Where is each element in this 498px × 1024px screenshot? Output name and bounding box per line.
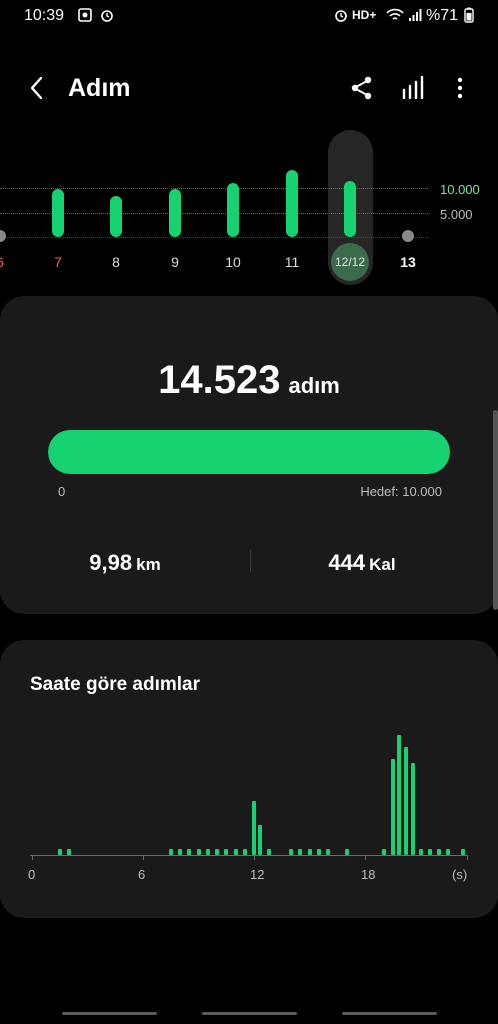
hourly-axis bbox=[30, 855, 468, 856]
more-options-icon[interactable] bbox=[446, 74, 474, 102]
week-bar-11[interactable] bbox=[286, 170, 298, 237]
week-day-label-6[interactable]: 6 bbox=[0, 254, 15, 270]
step-count: 14.523 adım bbox=[0, 358, 498, 403]
ref-line-10000 bbox=[0, 188, 428, 189]
bar-chart-icon[interactable] bbox=[400, 74, 428, 102]
goal-label: Hedef: 10.000 bbox=[360, 484, 442, 499]
hourly-tick-end bbox=[467, 855, 468, 860]
nav-bar-right[interactable] bbox=[342, 1012, 437, 1015]
ref-label-5000: 5.000 bbox=[440, 207, 473, 222]
battery-level: %71 bbox=[426, 7, 459, 24]
hourly-bar bbox=[196, 849, 201, 855]
hourly-bar bbox=[326, 849, 330, 855]
hourly-bar bbox=[215, 849, 219, 855]
signal-icon bbox=[409, 9, 422, 21]
hourly-title: Saate göre adımlar bbox=[30, 674, 201, 695]
hourly-bar bbox=[257, 825, 262, 855]
hourly-bar bbox=[403, 747, 408, 855]
hourly-bar bbox=[461, 849, 466, 855]
distance-unit: km bbox=[136, 555, 161, 574]
wifi-icon bbox=[386, 8, 404, 20]
hourly-tick-12 bbox=[254, 855, 255, 860]
week-bar-12/12[interactable] bbox=[344, 181, 356, 237]
hourly-bar bbox=[178, 849, 182, 855]
hourly-bar bbox=[252, 801, 256, 855]
goal-progress-fill bbox=[48, 430, 450, 474]
week-day-label-7[interactable]: 7 bbox=[43, 254, 73, 270]
hourly-bar bbox=[437, 849, 441, 855]
ref-line-0 bbox=[0, 237, 428, 238]
hourly-bar bbox=[57, 849, 62, 855]
hourly-bar bbox=[233, 849, 238, 855]
hourly-bar bbox=[344, 849, 349, 855]
hourly-bar bbox=[187, 849, 192, 855]
progress-start-label: 0 bbox=[58, 484, 66, 499]
back-icon[interactable] bbox=[24, 74, 52, 102]
status-time: 10:39 bbox=[24, 7, 65, 24]
week-bar-8[interactable] bbox=[110, 196, 122, 237]
hourly-bar bbox=[427, 849, 432, 855]
share-icon[interactable] bbox=[348, 74, 376, 102]
hourly-tick-6 bbox=[143, 855, 144, 860]
week-day-label-12/12[interactable]: 12/12 bbox=[331, 243, 369, 281]
calories-unit: Kal bbox=[369, 555, 396, 574]
hourly-bar bbox=[266, 849, 271, 855]
hourly-xlabel-18: 18 bbox=[361, 867, 376, 882]
hourly-bar bbox=[168, 849, 173, 855]
weekly-steps-chart[interactable] bbox=[0, 130, 498, 290]
hourly-bar bbox=[381, 849, 386, 855]
ref-line-5000 bbox=[0, 213, 428, 214]
hourly-xlabel-unit: (s) bbox=[452, 867, 468, 882]
hourly-bar bbox=[316, 849, 321, 855]
week-bar-7[interactable] bbox=[52, 189, 64, 237]
distance-stat: 9,98 km bbox=[0, 550, 250, 576]
hourly-tick-0 bbox=[32, 855, 33, 860]
nav-bar-left[interactable] bbox=[62, 1012, 157, 1015]
hourly-bar bbox=[446, 849, 451, 855]
page-title: Adım bbox=[68, 74, 131, 102]
week-day-label-13[interactable]: 13 bbox=[393, 254, 423, 270]
step-count-value: 14.523 bbox=[158, 358, 281, 402]
goal-progress-bar bbox=[48, 430, 450, 474]
hourly-bar bbox=[411, 763, 416, 855]
hourly-xlabel-6: 6 bbox=[138, 867, 146, 882]
week-empty-dot-13[interactable] bbox=[402, 230, 414, 242]
week-day-label-9[interactable]: 9 bbox=[160, 254, 190, 270]
hourly-xlabel-0: 0 bbox=[28, 867, 36, 882]
hourly-bar bbox=[205, 849, 210, 855]
week-day-label-10[interactable]: 10 bbox=[218, 254, 248, 270]
distance-value: 9,98 bbox=[89, 550, 133, 575]
battery-icon bbox=[464, 7, 474, 23]
status-bar: 10:39 HD+ %71 bbox=[0, 0, 498, 32]
week-bar-9[interactable] bbox=[169, 189, 181, 237]
hourly-bar bbox=[390, 759, 395, 855]
week-bar-10[interactable] bbox=[227, 183, 239, 237]
hourly-bar bbox=[307, 849, 312, 855]
hourly-bar bbox=[298, 849, 303, 855]
hourly-xlabel-12: 12 bbox=[250, 867, 265, 882]
hourly-bar bbox=[67, 849, 71, 855]
hourly-bar bbox=[418, 849, 423, 855]
hourly-bar bbox=[224, 849, 229, 855]
scrollbar[interactable] bbox=[493, 410, 498, 610]
hourly-bar bbox=[397, 735, 402, 855]
calories-value: 444 bbox=[328, 550, 366, 575]
calories-stat: 444 Kal bbox=[250, 550, 474, 576]
ref-label-10000: 10.000 bbox=[440, 182, 480, 197]
alarm-icon bbox=[101, 10, 113, 22]
screenshot-icon bbox=[78, 8, 92, 22]
hourly-bar bbox=[289, 849, 293, 855]
network-label: HD+ bbox=[352, 8, 377, 22]
nav-bar-home[interactable] bbox=[202, 1012, 297, 1015]
hourly-bar bbox=[242, 849, 247, 855]
step-count-unit: adım bbox=[288, 373, 340, 398]
hourly-tick-18 bbox=[365, 855, 366, 860]
week-day-label-8[interactable]: 8 bbox=[101, 254, 131, 270]
week-day-label-11[interactable]: 11 bbox=[277, 254, 307, 270]
alarm-icon-right bbox=[335, 10, 347, 22]
